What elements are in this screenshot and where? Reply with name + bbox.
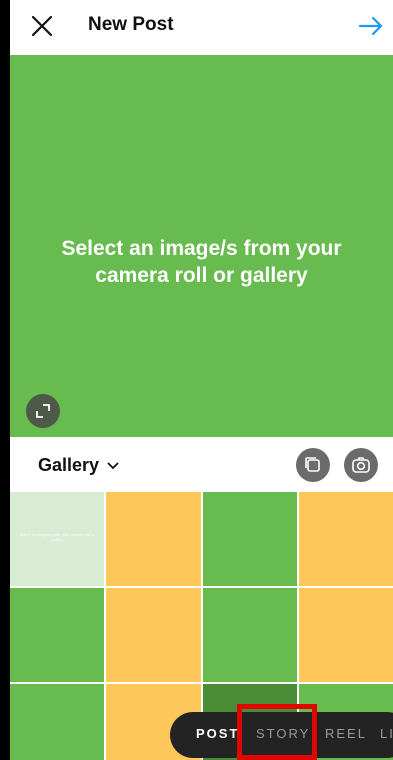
close-icon[interactable] (28, 12, 56, 40)
mode-switcher: POST STORY REEL LIV (170, 712, 393, 758)
chevron-down-icon (107, 455, 119, 476)
gallery-thumb[interactable] (298, 492, 393, 586)
page-title: New Post (88, 14, 174, 35)
mode-post[interactable]: POST (196, 726, 239, 741)
multi-select-icon[interactable] (296, 448, 330, 482)
gallery-thumb[interactable] (10, 588, 105, 682)
gallery-thumb[interactable] (106, 492, 201, 586)
gallery-dropdown[interactable]: Gallery (38, 455, 119, 476)
preview-message: Select an image/s from your camera roll … (61, 237, 342, 287)
arrow-right-icon[interactable] (357, 12, 385, 40)
gallery-thumb[interactable] (202, 492, 297, 586)
top-bar: New Post (10, 0, 393, 55)
gallery-thumb[interactable]: Select an image/s from your camera roll … (10, 492, 105, 586)
expand-icon[interactable] (26, 394, 60, 428)
mode-live[interactable]: LIV (380, 726, 393, 741)
gallery-bar: Gallery (10, 437, 393, 492)
gallery-thumb[interactable] (298, 588, 393, 682)
thumb-text: Select an image/s from your camera roll … (19, 532, 95, 542)
image-preview: Select an image/s from your camera roll … (10, 55, 393, 437)
new-post-screen: New Post Select an image/s from your cam… (10, 0, 393, 760)
camera-icon[interactable] (344, 448, 378, 482)
gallery-thumb[interactable] (106, 588, 201, 682)
gallery-label: Gallery (38, 455, 100, 475)
gallery-thumb[interactable] (10, 684, 105, 760)
gallery-thumb[interactable] (202, 588, 297, 682)
mode-reel[interactable]: REEL (325, 726, 367, 741)
mode-story[interactable]: STORY (256, 726, 310, 741)
